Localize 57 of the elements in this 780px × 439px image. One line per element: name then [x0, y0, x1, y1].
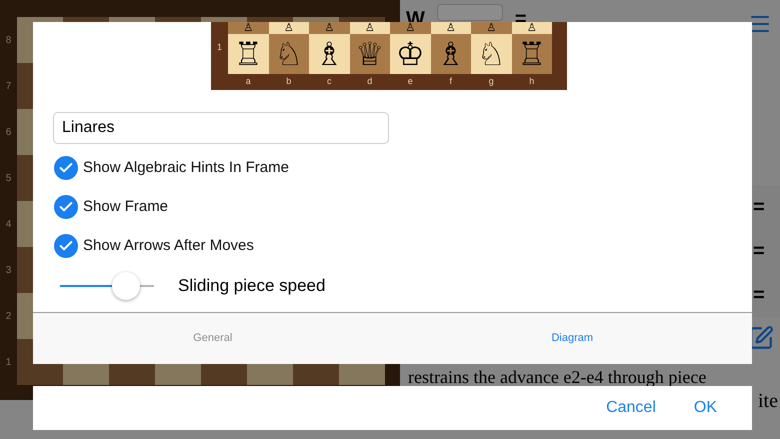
rank-label: 6 [6, 126, 12, 140]
rank-label: 3 [6, 264, 12, 278]
file-label: e [408, 75, 413, 88]
dialog-button[interactable]: OK [678, 390, 732, 426]
tab[interactable]: General [33, 313, 392, 364]
rank-label: 1 [216, 41, 222, 54]
draw-mark: = [753, 195, 765, 220]
checkbox[interactable] [54, 234, 78, 258]
rank-label: 5 [6, 172, 12, 186]
file-label: g [488, 75, 494, 88]
pawn-piece: ♙ [324, 22, 334, 34]
checkbox[interactable] [54, 195, 78, 219]
pawn-piece: ♙ [405, 22, 416, 34]
draw-mark: = [514, 7, 527, 32]
rank-label: 7 [6, 80, 12, 94]
chess-piece: ♖ [517, 34, 546, 74]
name-field[interactable]: Linares [53, 112, 389, 144]
chess-piece: ♗ [314, 34, 344, 74]
pawn-piece: ♙ [364, 22, 375, 34]
notation-text: ite [758, 389, 778, 414]
chess-piece: ♗ [436, 34, 466, 74]
rank-label: 4 [6, 218, 12, 232]
move-row[interactable]: = [752, 273, 780, 317]
option-label: Show Frame [83, 196, 168, 217]
pawn-piece: ♙ [243, 22, 254, 34]
slider-thumb[interactable] [112, 272, 140, 300]
chess-piece: ♘ [476, 34, 506, 74]
draw-mark: = [753, 239, 765, 264]
slider-label: Sliding piece speed [178, 276, 326, 296]
rank-label: 2 [6, 310, 12, 324]
draw-mark: = [753, 283, 765, 308]
option-label: Show Algebraic Hints In Frame [83, 158, 289, 178]
pawn-piece: ♙ [284, 22, 294, 34]
tab[interactable]: Diagram [392, 313, 752, 364]
speed-slider[interactable] [60, 272, 154, 300]
option-label: Show Arrows After Moves [83, 236, 254, 256]
chess-piece: ♔ [396, 34, 425, 74]
rank-label: 8 [6, 34, 12, 48]
file-label: h [529, 75, 534, 88]
file-label: b [286, 75, 292, 88]
notation-text: restrains the advance e2-e4 through piece [407, 366, 708, 388]
pawn-piece: ♙ [446, 22, 456, 34]
move-field[interactable] [436, 4, 503, 21]
file-label: d [367, 75, 372, 88]
file-label: f [449, 75, 452, 88]
move-row[interactable]: = [752, 185, 780, 229]
pawn-piece: ♙ [526, 22, 537, 34]
checkbox[interactable] [54, 156, 78, 180]
rank-label: 1 [6, 356, 12, 370]
file-label: a [246, 75, 251, 88]
pawn-piece: ♙ [486, 22, 496, 34]
chess-piece: ♕ [355, 34, 384, 74]
move-row[interactable]: = [752, 229, 780, 273]
chess-piece: ♘ [274, 34, 304, 74]
chess-piece: ♖ [234, 34, 263, 74]
dialog-button[interactable]: Cancel [591, 390, 671, 426]
file-label: c [327, 75, 332, 88]
